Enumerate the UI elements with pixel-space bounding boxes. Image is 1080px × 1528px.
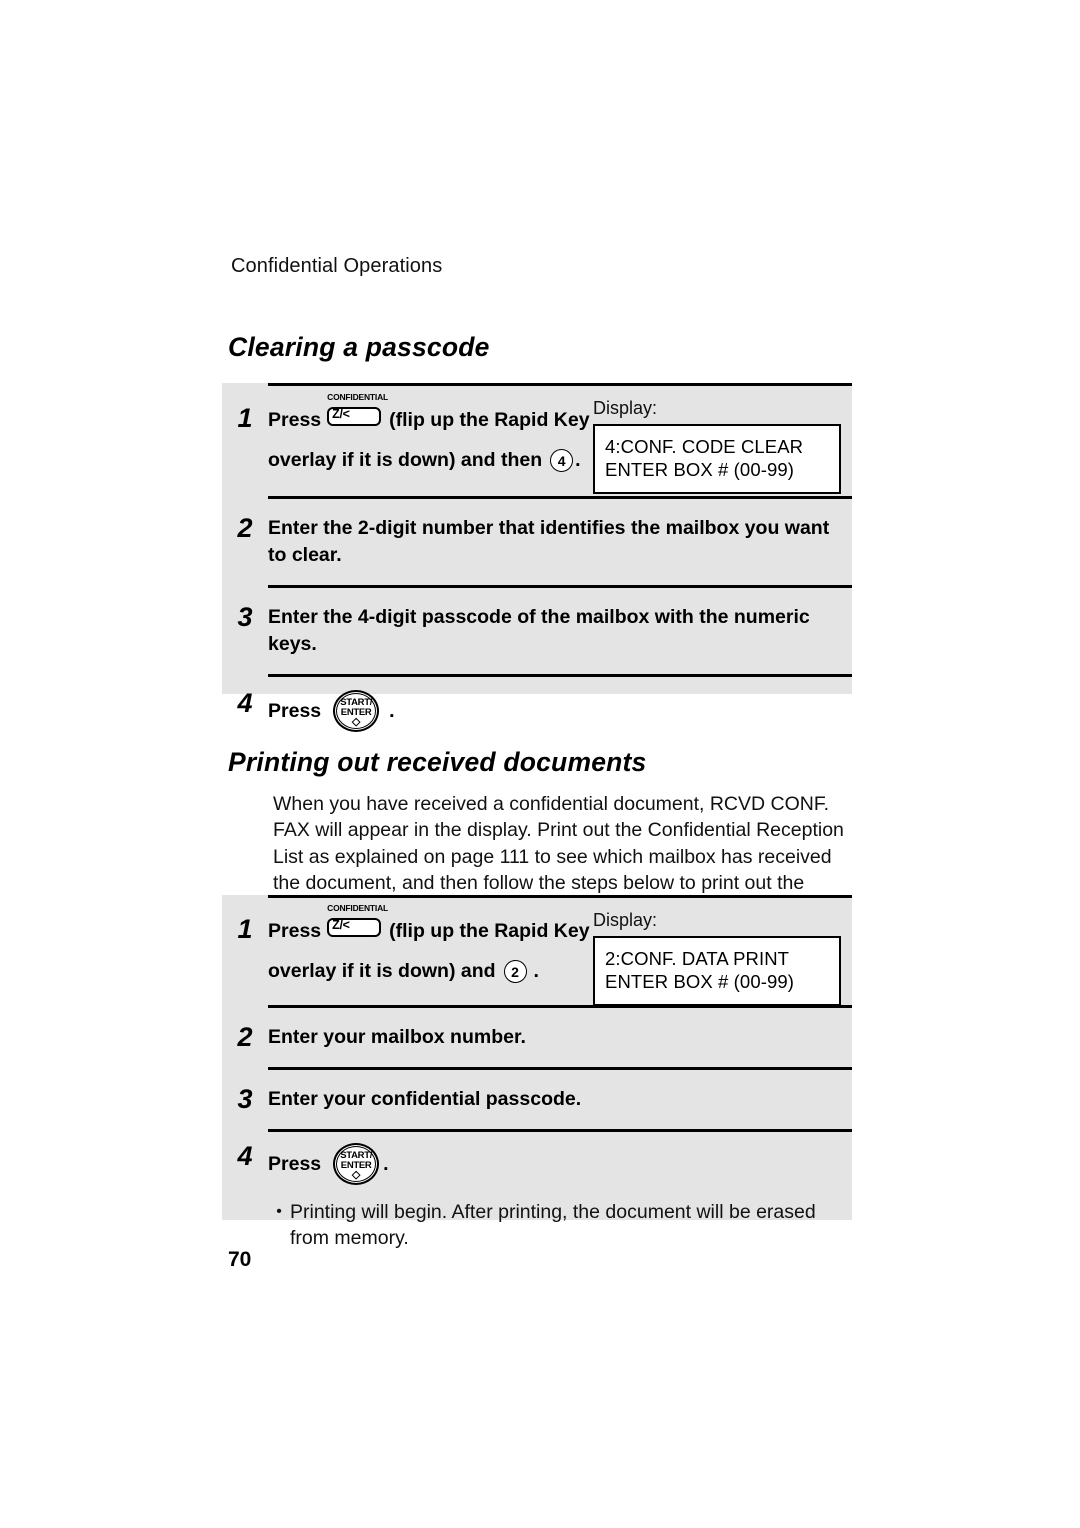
bullet-icon: • (276, 1203, 282, 1220)
display-line: ENTER BOX # (00-99) (605, 971, 795, 992)
numeric-key-4-icon[interactable]: 4 (550, 449, 574, 472)
procedure-step: 4 Press START/ ENTER ◇ . (222, 1129, 852, 1189)
step-text-fragment: Press (268, 699, 322, 722)
step-text: Press START/ ENTER ◇ . (268, 1143, 852, 1185)
procedure-step: 3 Enter the 4-digit passcode of the mail… (222, 585, 852, 674)
display-line: ENTER BOX # (00-99) (605, 459, 795, 480)
start-enter-key-icon[interactable]: START/ ENTER ◇ (333, 1143, 380, 1185)
step-text-fragment: . (533, 960, 539, 982)
section-heading-printing-out-received-documents: Printing out received documents (228, 747, 647, 777)
step-text-fragment: overlay if it is down) and (268, 960, 496, 982)
step-text: Enter the 4-digit passcode of the mailbo… (268, 606, 810, 655)
step-number: 2 (237, 513, 253, 543)
procedure-step: 1 Press CONFIDENTIAL Z/< (flip up the Ra… (222, 383, 852, 494)
running-header: Confidential Operations (231, 255, 443, 277)
step-number: 1 (237, 914, 253, 944)
procedure-step: 2 Enter the 2-digit number that identifi… (222, 496, 852, 585)
step-number: 3 (237, 602, 253, 632)
numeric-key-2-icon[interactable]: 2 (503, 960, 527, 983)
step-number: 4 (237, 1141, 253, 1171)
page-number: 70 (228, 1248, 252, 1271)
display-panel: Display: 2:CONF. DATA PRINT ENTER BOX # … (593, 909, 841, 1006)
step-text-fragment: . (389, 699, 395, 722)
step-number: 2 (237, 1022, 253, 1052)
step-text-fragment: overlay if it is down) and then (268, 449, 543, 471)
step-text-fragment: . (575, 449, 581, 471)
step-number: 4 (237, 688, 253, 718)
step-text-fragment: Press (268, 1152, 322, 1175)
step-number: 1 (237, 403, 253, 433)
step-number: 3 (237, 1084, 253, 1114)
step-text: Enter your mailbox number. (268, 1026, 526, 1048)
note-text: Printing will begin. After printing, the… (290, 1201, 816, 1249)
display-screen: 2:CONF. DATA PRINT ENTER BOX # (00-99) (593, 936, 841, 1006)
confidential-key-cap-label: CONFIDENTIAL (327, 903, 389, 913)
start-enter-key-diamond-icon: ◇ (351, 716, 361, 728)
confidential-key-cap-label: CONFIDENTIAL (327, 392, 389, 402)
display-line: 2:CONF. DATA PRINT (605, 948, 790, 969)
confidential-key-face-label: Z/< (332, 407, 350, 421)
start-enter-key-diamond-icon: ◇ (351, 1169, 361, 1181)
step-text: Press START/ ENTER ◇ . (268, 690, 852, 732)
procedure-step: 2 Enter your mailbox number. (222, 1005, 852, 1067)
step-text-fragment: Press (268, 919, 322, 942)
display-label: Display: (593, 398, 658, 418)
procedure-step: 1 Press CONFIDENTIAL Z/< (flip up the Ra… (222, 895, 852, 1006)
step-text-fragment: (flip up the Rapid Key (389, 919, 590, 942)
step-text-fragment: . (383, 1152, 389, 1175)
display-panel: Display: 4:CONF. CODE CLEAR ENTER BOX # … (593, 397, 841, 494)
step-text: Enter your confidential passcode. (268, 1088, 582, 1110)
confidential-key-face-label: Z/< (332, 918, 350, 932)
start-enter-key-icon[interactable]: START/ ENTER ◇ (333, 690, 380, 732)
confidential-key-icon[interactable]: CONFIDENTIAL Z/< (327, 904, 388, 946)
procedure-step: 3 Enter your confidential passcode. (222, 1067, 852, 1129)
step-text: Enter the 2-digit number that identifies… (268, 517, 830, 566)
document-page: Confidential Operations Clearing a passc… (0, 0, 1080, 1528)
display-screen: 4:CONF. CODE CLEAR ENTER BOX # (00-99) (593, 424, 841, 494)
step-text-fragment: Press (268, 408, 322, 431)
procedure-block-clearing-a-passcode: 1 Press CONFIDENTIAL Z/< (flip up the Ra… (222, 383, 852, 732)
note-printing-will-begin: • Printing will begin. After printing, t… (268, 1199, 852, 1251)
section-heading-clearing-a-passcode: Clearing a passcode (228, 332, 490, 362)
display-label: Display: (593, 910, 658, 930)
display-line: 4:CONF. CODE CLEAR (605, 436, 804, 457)
procedure-block-printing-out-received-documents: 1 Press CONFIDENTIAL Z/< (flip up the Ra… (222, 895, 852, 1249)
step-text-fragment: (flip up the Rapid Key (389, 408, 590, 431)
confidential-key-icon[interactable]: CONFIDENTIAL Z/< (327, 393, 388, 435)
procedure-step: 4 Press START/ ENTER ◇ . (222, 674, 852, 742)
